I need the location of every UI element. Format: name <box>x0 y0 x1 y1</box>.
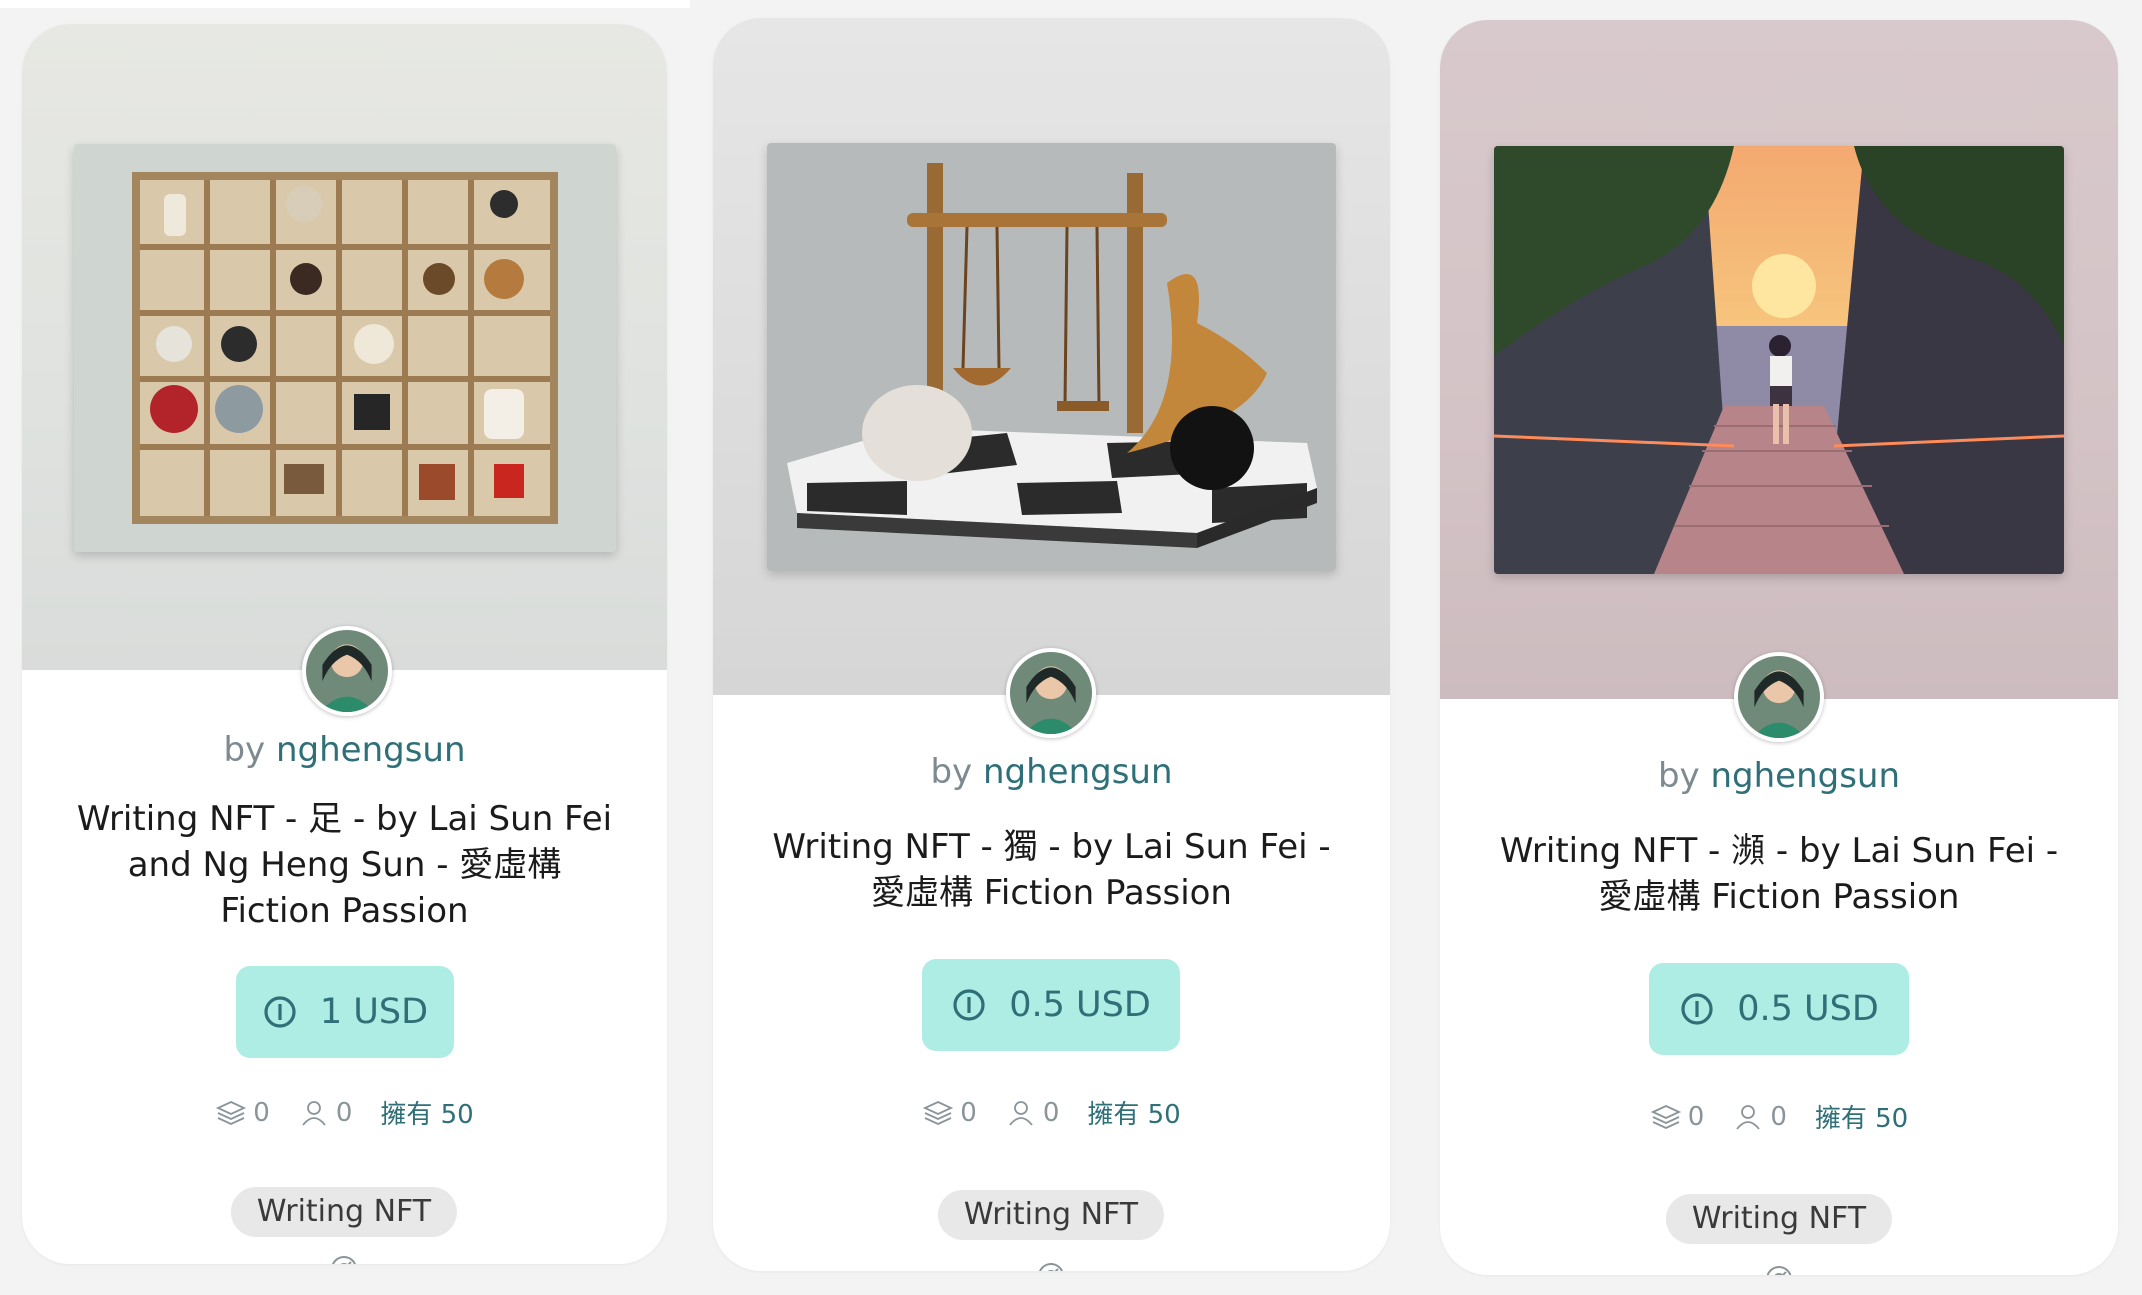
tag-chip[interactable]: Writing NFT <box>937 1190 1165 1240</box>
author-line: by nghengsun <box>22 730 667 770</box>
author-line: by nghengsun <box>713 752 1390 792</box>
stats-row: 0 0 擁有 50 <box>1440 1098 2118 1135</box>
by-label: by <box>930 752 973 792</box>
currency-icon <box>1681 993 1713 1025</box>
author-avatar[interactable] <box>1006 648 1096 738</box>
tag-chip[interactable]: Writing NFT <box>1665 1194 1893 1244</box>
price-button[interactable]: 0.5 USD <box>922 959 1180 1051</box>
nft-title[interactable]: Writing NFT - 獨 - by Lai Sun Fei - 愛虛構 F… <box>763 824 1340 916</box>
price-button[interactable]: 1 USD <box>236 966 454 1058</box>
collected-count: 0 <box>1650 1101 1704 1133</box>
nft-title[interactable]: Writing NFT - 瀕 - by Lai Sun Fei - 愛虛構 F… <box>1490 828 2068 920</box>
collected-count: 0 <box>922 1097 977 1129</box>
nft-title[interactable]: Writing NFT - 足 - by Lai Sun Fei and Ng … <box>72 796 617 934</box>
author-name-link[interactable]: nghengsun <box>276 730 466 770</box>
price-label: 0.5 USD <box>1009 985 1151 1025</box>
collected-count: 0 <box>215 1097 270 1129</box>
author-avatar[interactable] <box>1734 652 1824 742</box>
by-label: by <box>1657 756 1700 796</box>
nft-card-3[interactable]: by nghengsun Writing NFT - 瀕 - by Lai Su… <box>1440 20 2118 1275</box>
person-icon <box>1736 1104 1761 1130</box>
artwork-image[interactable] <box>767 143 1336 571</box>
stats-row: 0 0 擁有 50 <box>713 1094 1390 1131</box>
compass-icon[interactable] <box>1764 1264 1794 1275</box>
owned-count: 擁有 50 <box>1814 1104 1909 1134</box>
compass-icon[interactable] <box>1036 1261 1066 1271</box>
author-line: by nghengsun <box>1440 756 2118 796</box>
person-icon <box>1009 1100 1033 1126</box>
price-button[interactable]: 0.5 USD <box>1649 963 1909 1055</box>
nft-card-1[interactable]: by nghengsun Writing NFT - 足 - by Lai Su… <box>22 24 667 1264</box>
currency-icon <box>264 996 296 1028</box>
owned-count: 擁有 50 <box>1087 1100 1181 1130</box>
owners-count: 0 <box>1732 1101 1787 1133</box>
currency-icon <box>953 989 985 1021</box>
artwork-image[interactable] <box>1494 146 2064 574</box>
author-name-link[interactable]: nghengsun <box>983 752 1173 792</box>
layers-icon <box>923 1100 954 1125</box>
stats-row: 0 0 擁有 50 <box>22 1094 667 1131</box>
compass-icon[interactable] <box>329 1254 359 1264</box>
layers-icon <box>1650 1104 1681 1129</box>
owners-count: 0 <box>298 1097 352 1129</box>
owners-count: 0 <box>1005 1097 1059 1129</box>
by-label: by <box>223 730 266 770</box>
artwork-image[interactable] <box>74 144 616 552</box>
price-label: 0.5 USD <box>1737 989 1879 1029</box>
author-avatar[interactable] <box>302 626 392 716</box>
person-icon <box>302 1100 326 1126</box>
owned-count: 擁有 50 <box>380 1100 474 1130</box>
price-label: 1 USD <box>319 992 429 1032</box>
tag-chip[interactable]: Writing NFT <box>230 1187 458 1237</box>
author-name-link[interactable]: nghengsun <box>1710 756 1900 796</box>
top-strip <box>0 0 690 8</box>
layers-icon <box>216 1100 247 1125</box>
nft-card-2[interactable]: by nghengsun Writing NFT - 獨 - by Lai Su… <box>713 18 1390 1271</box>
